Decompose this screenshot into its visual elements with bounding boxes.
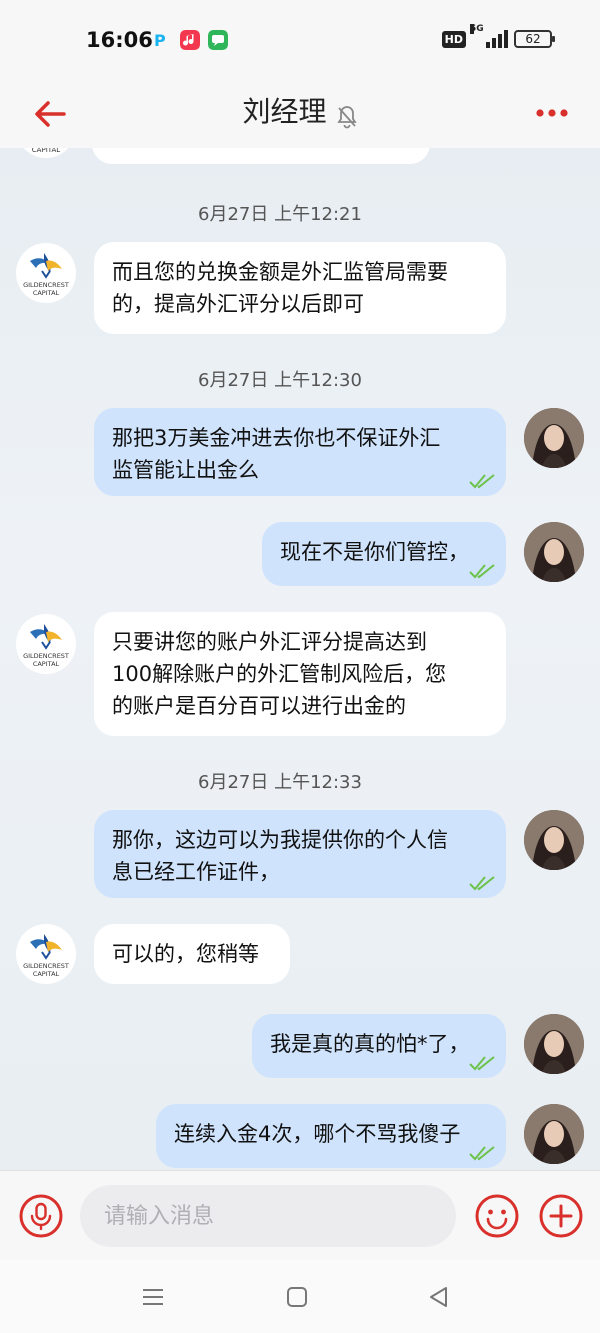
contact-avatar[interactable]: GILDENCREST CAPITAL	[16, 243, 76, 303]
message-line: 只要讲您的账户外汇评分提高达到	[112, 630, 427, 654]
read-check-icon	[469, 1056, 495, 1071]
timestamp: 6月27日 上午12:30	[198, 370, 362, 391]
svg-text:GILDENCREST: GILDENCREST	[23, 652, 69, 660]
contact-name: 刘经理	[242, 95, 327, 128]
chat-area[interactable]: CAPITAL 6月27日 上午12:21 GILDENCREST CAPITA…	[0, 148, 600, 1170]
status-indicators: HD 5G 62	[441, 24, 555, 48]
message-line: 那你，这边可以为我提供你的个人信	[112, 828, 448, 852]
input-bar	[0, 1170, 600, 1260]
read-check-icon	[469, 1146, 495, 1161]
sent-message-bubble[interactable]: 连续入金4次，哪个不骂我傻子	[156, 1104, 506, 1168]
message-line: 息已经工作证件，	[112, 860, 280, 884]
mute-bell-icon	[336, 105, 357, 128]
svg-text:CAPITAL: CAPITAL	[33, 289, 60, 297]
sent-message-bubble[interactable]: 那你，这边可以为我提供你的个人信 息已经工作证件，	[94, 810, 506, 898]
signal-icon: 5G	[470, 24, 508, 48]
user-avatar[interactable]	[524, 522, 584, 582]
message-line: 我是真的真的怕*了，	[270, 1032, 470, 1056]
svg-text:CAPITAL: CAPITAL	[33, 660, 60, 668]
user-avatar[interactable]	[524, 408, 584, 468]
message-input[interactable]	[80, 1185, 456, 1247]
back-nav-icon[interactable]	[426, 1284, 452, 1310]
received-message-bubble[interactable]: 而且您的兑换金额是外汇监管局需要 的，提高外汇评分以后即可	[94, 242, 506, 334]
chat-header: 刘经理	[0, 80, 600, 148]
svg-text:CAPITAL: CAPITAL	[32, 148, 60, 154]
message-line: 现在不是你们管控，	[280, 540, 469, 564]
read-check-icon	[469, 474, 495, 489]
message-line: 的，提高外汇评分以后即可	[112, 292, 364, 316]
message-line: 监管能让出金么	[112, 458, 259, 482]
timestamp: 6月27日 上午12:21	[198, 204, 362, 225]
sent-message-bubble[interactable]: 我是真的真的怕*了，	[252, 1014, 506, 1078]
svg-text:CAPITAL: CAPITAL	[33, 970, 60, 978]
message-line: 可以的，您稍等	[112, 942, 259, 966]
sent-message-bubble[interactable]: 现在不是你们管控，	[262, 522, 506, 586]
message-line: 连续入金4次，哪个不骂我傻子	[174, 1122, 461, 1146]
voice-input-icon[interactable]	[18, 1193, 64, 1239]
home-nav-icon[interactable]	[284, 1284, 310, 1310]
contact-avatar[interactable]: GILDENCREST CAPITAL	[16, 614, 76, 674]
message-app-icon	[208, 30, 228, 50]
user-avatar[interactable]	[524, 1104, 584, 1164]
user-avatar[interactable]	[524, 1014, 584, 1074]
message-line: 100解除账户的外汇管制风险后，您	[112, 662, 447, 686]
read-check-icon	[469, 876, 495, 891]
music-app-icon	[180, 30, 200, 50]
svg-text:GILDENCREST: GILDENCREST	[23, 962, 69, 970]
contact-avatar[interactable]: CAPITAL	[16, 148, 76, 158]
message-line: 的账户是百分百可以进行出金的	[112, 694, 406, 718]
emoji-icon[interactable]	[474, 1193, 520, 1239]
menu-nav-icon[interactable]	[140, 1284, 166, 1310]
status-bar: 16:06 P HD 5G 62	[0, 0, 600, 80]
add-attachment-icon[interactable]	[538, 1193, 584, 1239]
received-message-bubble[interactable]: 只要讲您的账户外汇评分提高达到 100解除账户的外汇管制风险后，您 的账户是百分…	[94, 612, 506, 736]
network-type: 5G	[470, 24, 484, 34]
svg-text:P: P	[154, 31, 166, 50]
user-avatar[interactable]	[524, 810, 584, 870]
sent-message-bubble[interactable]: 那把3万美金冲进去你也不保证外汇 监管能让出金么	[94, 408, 506, 496]
read-check-icon	[469, 564, 495, 579]
hd-badge: HD	[441, 30, 466, 48]
message-line: 那把3万美金冲进去你也不保证外汇	[112, 426, 441, 450]
message-line: 而且您的兑换金额是外汇监管局需要	[112, 260, 448, 284]
p-app-icon: P	[154, 31, 166, 50]
battery-icon: 62	[514, 30, 555, 48]
contact-avatar[interactable]: GILDENCREST CAPITAL	[16, 924, 76, 984]
status-time: 16:06	[86, 28, 153, 52]
partial-message-bubble	[92, 148, 430, 164]
timestamp: 6月27日 上午12:33	[198, 772, 362, 793]
received-message-bubble[interactable]: 可以的，您稍等	[94, 924, 290, 984]
system-nav-bar	[0, 1260, 600, 1333]
svg-text:GILDENCREST: GILDENCREST	[23, 281, 69, 289]
more-options-icon[interactable]	[532, 98, 572, 128]
